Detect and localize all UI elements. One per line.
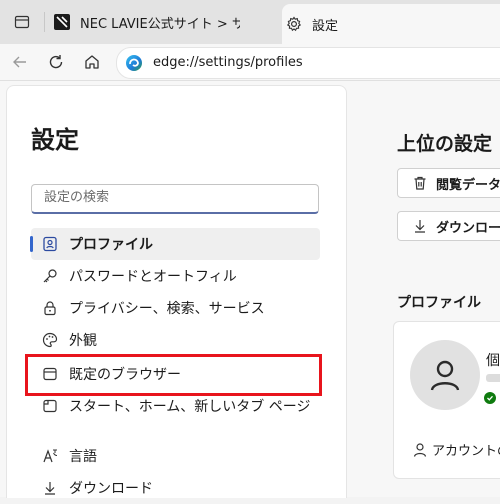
tab-actions-icon [14,15,30,29]
refresh-button[interactable] [42,48,70,76]
tab-title: 設定 [312,18,339,34]
trash-icon [412,175,428,191]
sidebar-item-profiles[interactable]: プロファイル [30,228,320,260]
person-icon [430,360,460,391]
palette-icon [41,331,59,349]
tab-divider [44,12,45,32]
profile-email-redacted [486,374,500,382]
sidebar-item-passwords[interactable]: パスワードとオートフィル [31,260,320,292]
profile-card: 個人 アカウントの管理 [393,321,500,479]
lock-icon [41,299,59,317]
address-bar[interactable]: edge://settings/profiles [116,47,500,79]
sidebar-item-label: スタート、ホーム、新しいタブ ページ [69,399,311,415]
edge-logo-icon [126,55,142,71]
settings-search[interactable] [31,184,319,214]
back-button[interactable] [6,48,34,76]
sidebar-item-label: プロファイル [69,237,153,253]
language-icon [41,447,59,465]
settings-page: 設定 プロファイル パスワードとオートフィル プライバシー、検索、サービス [0,81,500,498]
profile-card-icon [41,235,59,253]
sidebar-item-label: ダウンロード [69,481,153,497]
tab-nec-lavie[interactable]: NEC LAVIE公式サイト > サービス&サポート [50,0,280,44]
section-title: 上位の設定 [397,133,493,155]
back-arrow-icon [13,56,26,68]
url-text[interactable]: edge://settings/profiles [153,55,303,70]
download-icon [41,479,59,497]
account-link-label: アカウントの管理 [432,444,500,459]
profile-name: 個人 [486,353,500,369]
button-label: ダウンロード [436,220,500,236]
sidebar-item-label: 言語 [69,449,97,465]
sidebar-item-label: 外観 [69,333,97,349]
person-outline-icon [413,442,427,457]
download-icon [412,218,428,234]
home-button[interactable] [78,48,106,76]
sidebar-item-label: プライバシー、検索、サービス [69,301,265,317]
button-label: 閲覧データのクリア [436,177,500,193]
sidebar-item-appearance[interactable]: 外観 [31,324,320,356]
home-icon [85,55,99,69]
settings-main: 上位の設定 閲覧データのクリア ダウンロード プロファイル 個人 [345,81,500,497]
search-input[interactable] [42,189,306,206]
tab-actions-button[interactable] [0,0,44,44]
tab-strip: NEC LAVIE公式サイト > サービス&サポート 設定 [0,0,500,44]
start-page-icon [41,397,59,415]
sidebar-item-start-home[interactable]: スタート、ホーム、新しいタブ ページ [31,390,320,422]
sidebar-item-privacy[interactable]: プライバシー、検索、サービス [31,292,320,324]
nec-favicon [54,14,70,30]
key-icon [41,267,59,285]
sync-status-icon [484,392,496,404]
clear-browsing-data-button[interactable]: 閲覧データのクリア [397,168,500,198]
settings-sidebar: 設定 プロファイル パスワードとオートフィル プライバシー、検索、サービス [6,85,347,498]
active-indicator [30,236,33,252]
avatar[interactable] [410,340,480,410]
sidebar-item-languages[interactable]: 言語 [31,440,320,472]
manage-account-link[interactable]: アカウントの管理 [412,440,500,459]
tab-settings[interactable]: 設定 [282,4,500,44]
downloads-button[interactable]: ダウンロード [397,211,500,241]
tab-title: NEC LAVIE公式サイト > サービス&サポート [80,16,240,32]
browser-toolbar: edge://settings/profiles [0,44,500,81]
profile-section-label: プロファイル [397,295,481,311]
sidebar-item-downloads[interactable]: ダウンロード [31,472,320,504]
sidebar-item-label: パスワードとオートフィル [69,269,237,285]
refresh-icon [49,55,63,69]
page-title: 設定 [31,126,79,154]
gear-icon [286,16,302,32]
